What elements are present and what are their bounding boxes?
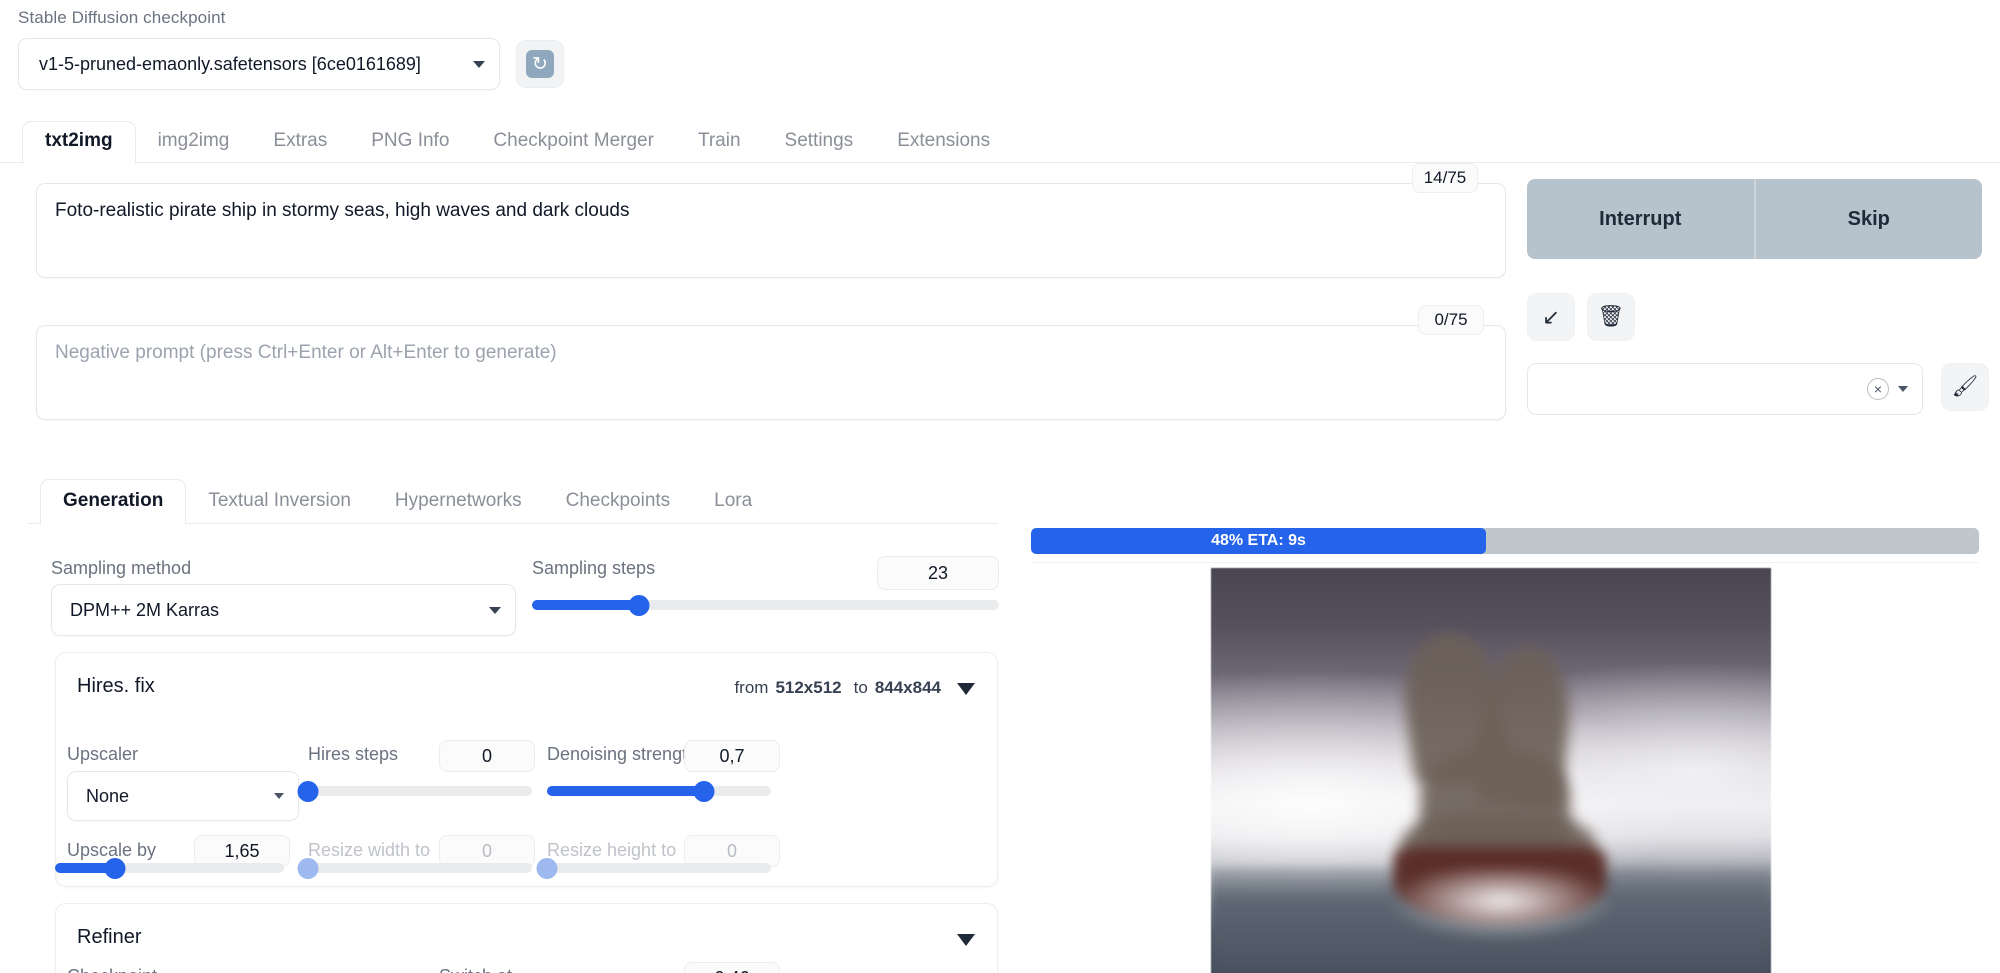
upscale-by-slider[interactable] [55, 861, 284, 875]
apply-styles-button[interactable]: 🖌 [1941, 363, 1989, 411]
hires-fix-collapse-icon[interactable] [957, 683, 975, 695]
read-generation-parameters-button[interactable]: ↙ [1527, 293, 1575, 341]
tab-generation[interactable]: Generation [40, 479, 186, 525]
tab-settings[interactable]: Settings [763, 130, 876, 163]
refresh-checkpoints-button[interactable]: ↻ [516, 40, 564, 88]
slider-knob[interactable] [537, 858, 558, 879]
hires-to-label: to [854, 678, 868, 698]
main-tabstrip: txt2img img2img Extras PNG Info Checkpoi… [0, 121, 2000, 163]
refresh-icon: ↻ [526, 50, 554, 78]
styles-row: × 🖌 [1527, 363, 1982, 415]
paintbrush-icon: 🖌 [1952, 375, 1979, 399]
slider-fill [532, 600, 639, 610]
negative-prompt-placeholder: Negative prompt (press Ctrl+Enter or Alt… [55, 342, 1487, 364]
tab-train[interactable]: Train [676, 130, 763, 163]
hires-from-value: 512x512 [775, 678, 841, 698]
upscaler-value: None [86, 786, 274, 807]
refiner-title: Refiner [77, 926, 141, 949]
skip-button[interactable]: Skip [1754, 179, 1983, 259]
tab-png-info[interactable]: PNG Info [349, 130, 471, 163]
chevron-down-icon [473, 61, 485, 68]
hires-fix-title: Hires. fix [77, 675, 155, 698]
clear-prompt-button[interactable]: 🗑 [1587, 293, 1635, 341]
negative-prompt-input[interactable]: Negative prompt (press Ctrl+Enter or Alt… [36, 325, 1506, 420]
sampling-steps-label: Sampling steps [532, 558, 655, 579]
prompt-input[interactable]: Foto-realistic pirate ship in stormy sea… [36, 183, 1506, 278]
chevron-down-icon [274, 793, 284, 799]
slider-knob[interactable] [629, 595, 650, 616]
refiner-switch-at-value[interactable]: 0,46 [684, 962, 780, 973]
upscaler-label: Upscaler [67, 744, 138, 765]
generation-tabstrip: Generation Textual Inversion Hypernetwor… [28, 478, 998, 524]
hires-from-label: from [734, 678, 768, 698]
tab-textual-inversion[interactable]: Textual Inversion [186, 490, 373, 524]
action-buttons: Interrupt Skip [1527, 179, 1982, 259]
tab-checkpoint-merger[interactable]: Checkpoint Merger [471, 130, 676, 163]
close-icon[interactable]: × [1867, 378, 1889, 400]
hires-steps-value[interactable]: 0 [439, 740, 535, 772]
arrow-down-left-icon: ↙ [1542, 305, 1560, 330]
hires-fix-resolution: from 512x512 to 844x844 [734, 678, 941, 698]
resize-width-label: Resize width to [308, 840, 430, 861]
checkpoint-dropdown[interactable]: v1-5-pruned-emaonly.safetensors [6ce0161… [18, 38, 500, 90]
sampling-method-dropdown[interactable]: DPM++ 2M Karras [51, 584, 516, 636]
sampling-steps-slider[interactable] [532, 598, 999, 612]
hires-to-value: 844x844 [875, 678, 941, 698]
slider-knob[interactable] [298, 781, 319, 802]
pirate-ship-shape [1376, 641, 1626, 931]
refiner-checkpoint-label: Checkpoint [67, 966, 157, 973]
sampling-method-value: DPM++ 2M Karras [70, 600, 481, 621]
tab-lora[interactable]: Lora [692, 490, 774, 524]
negative-prompt-token-counter: 0/75 [1418, 305, 1484, 335]
trash-icon: 🗑 [1598, 305, 1625, 329]
refiner-collapse-icon[interactable] [957, 934, 975, 946]
upscaler-dropdown[interactable]: None [67, 771, 299, 821]
hires-steps-slider[interactable] [308, 784, 532, 798]
slider-knob[interactable] [693, 781, 714, 802]
progress-bar-text: 48% ETA: 9s [1211, 532, 1306, 550]
slider-track [547, 863, 771, 873]
slider-knob[interactable] [298, 858, 319, 879]
slider-track [308, 786, 532, 796]
sea-spray [1366, 869, 1636, 949]
progress-bar: 48% ETA: 9s [1031, 528, 1979, 554]
tab-checkpoints[interactable]: Checkpoints [544, 490, 693, 524]
sampling-steps-value[interactable]: 23 [877, 556, 999, 590]
resize-height-label: Resize height to [547, 840, 676, 861]
image-preview-panel [1031, 562, 1979, 973]
checkpoint-label: Stable Diffusion checkpoint [18, 8, 225, 28]
webui-root: Stable Diffusion checkpoint v1-5-pruned-… [0, 0, 2000, 973]
denoising-strength-label: Denoising strength [547, 744, 697, 765]
hires-fix-card: Hires. fix from 512x512 to 844x844 Upsca… [55, 652, 998, 887]
tab-txt2img[interactable]: txt2img [22, 121, 136, 164]
refiner-card: Refiner Checkpoint Switch at 0,46 [55, 903, 998, 973]
tab-extensions[interactable]: Extensions [875, 130, 1012, 163]
slider-track [308, 863, 532, 873]
styles-dropdown[interactable]: × [1527, 363, 1923, 415]
chevron-down-icon [489, 607, 501, 614]
checkpoint-value: v1-5-pruned-emaonly.safetensors [6ce0161… [39, 54, 465, 75]
generated-image-preview[interactable] [1211, 568, 1771, 973]
sampling-method-label: Sampling method [51, 558, 191, 579]
chevron-down-icon[interactable] [1898, 386, 1908, 392]
prompt-token-counter: 14/75 [1412, 163, 1478, 193]
tab-extras[interactable]: Extras [251, 130, 349, 163]
progress-bar-fill: 48% ETA: 9s [1031, 528, 1486, 554]
prompt-text: Foto-realistic pirate ship in stormy sea… [55, 200, 1487, 222]
tab-img2img[interactable]: img2img [136, 130, 252, 163]
hires-steps-label: Hires steps [308, 744, 398, 765]
resize-width-slider[interactable] [308, 861, 532, 875]
denoising-strength-value[interactable]: 0,7 [684, 740, 780, 772]
denoising-strength-slider[interactable] [547, 784, 771, 798]
resize-height-slider[interactable] [547, 861, 771, 875]
slider-knob[interactable] [104, 858, 125, 879]
interrupt-button[interactable]: Interrupt [1527, 179, 1754, 259]
tab-hypernetworks[interactable]: Hypernetworks [373, 490, 544, 524]
slider-fill [547, 786, 704, 796]
refiner-switch-at-label: Switch at [439, 966, 512, 973]
